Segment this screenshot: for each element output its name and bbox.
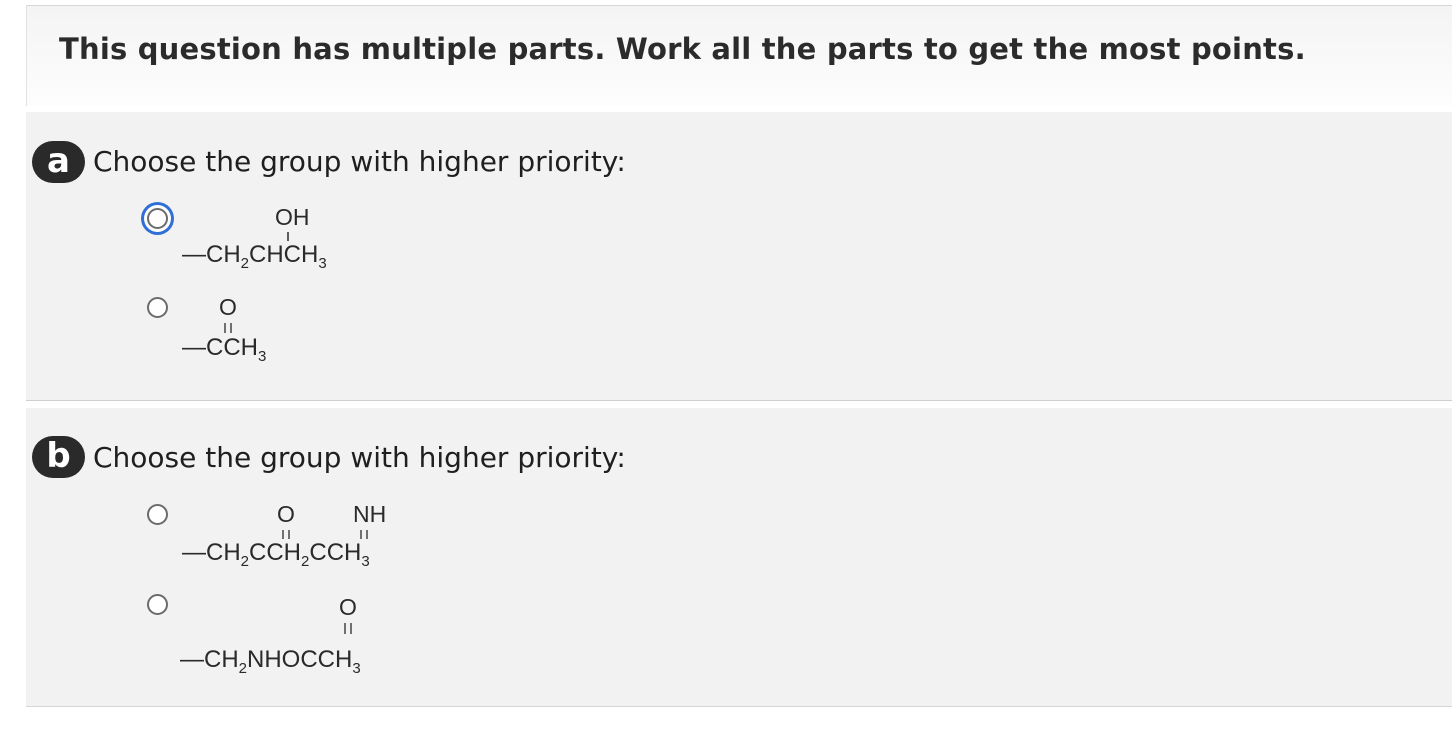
- structure-label-o: O: [277, 501, 295, 527]
- structure-text: —CH: [182, 539, 241, 566]
- svg-text:—CH2NHOCCH3: —CH2NHOCCH3: [180, 646, 361, 677]
- structure-text: NHOCCH: [247, 646, 352, 673]
- structure-subscript: 2: [301, 553, 309, 570]
- structure-text: —CCH: [182, 334, 258, 361]
- part-b-option-1-structure[interactable]: O NH —CH2CCH2CCH3: [176, 494, 476, 579]
- structure-text: —CH: [182, 241, 241, 268]
- part-a-option-2-structure[interactable]: O —CCH3: [176, 288, 376, 378]
- part-b-option-2-radio[interactable]: [147, 594, 168, 615]
- part-b-option-1-radio[interactable]: [147, 504, 168, 525]
- structure-subscript: 3: [361, 553, 369, 570]
- part-a-option-1-structure[interactable]: OH —CH2CHCH3: [176, 198, 416, 278]
- structure-subscript: 3: [352, 660, 360, 677]
- structure-subscript: 3: [258, 348, 266, 365]
- structure-label-o: O: [219, 294, 237, 320]
- structure-label-nh: NH: [353, 501, 386, 527]
- structure-text: CCH: [249, 539, 301, 566]
- part-a-prompt: Choose the group with higher priority:: [93, 145, 626, 178]
- structure-subscript: 2: [241, 255, 249, 272]
- structure-text: —CH: [180, 646, 239, 673]
- question-part-b: b Choose the group with higher priority:…: [26, 408, 1452, 707]
- svg-text:—CCH3: —CCH3: [182, 334, 266, 365]
- part-b-prompt: Choose the group with higher priority:: [93, 441, 626, 474]
- structure-subscript: 2: [239, 660, 247, 677]
- structure-subscript: 3: [318, 255, 326, 272]
- structure-label-o: O: [339, 594, 357, 620]
- structure-text: CHCH: [249, 241, 318, 268]
- part-b-badge: b: [32, 436, 85, 478]
- part-b-option-2-structure[interactable]: O —CH2NHOCCH3: [176, 586, 476, 681]
- structure-text: CCH: [309, 539, 361, 566]
- structure-label-oh: OH: [275, 204, 310, 230]
- question-part-a: a Choose the group with higher priority:…: [26, 112, 1452, 401]
- part-a-badge: a: [32, 141, 85, 183]
- bottom-divider: [26, 706, 1452, 707]
- multipart-notice-banner: This question has multiple parts. Work a…: [26, 5, 1452, 106]
- structure-subscript: 2: [241, 553, 249, 570]
- part-a-option-1-radio[interactable]: [147, 208, 168, 229]
- svg-text:—CH2CCH2CCH3: —CH2CCH2CCH3: [182, 539, 370, 570]
- svg-text:—CH2CHCH3: —CH2CHCH3: [182, 241, 327, 272]
- multipart-notice-text: This question has multiple parts. Work a…: [59, 32, 1306, 66]
- part-a-option-2-radio[interactable]: [147, 297, 168, 318]
